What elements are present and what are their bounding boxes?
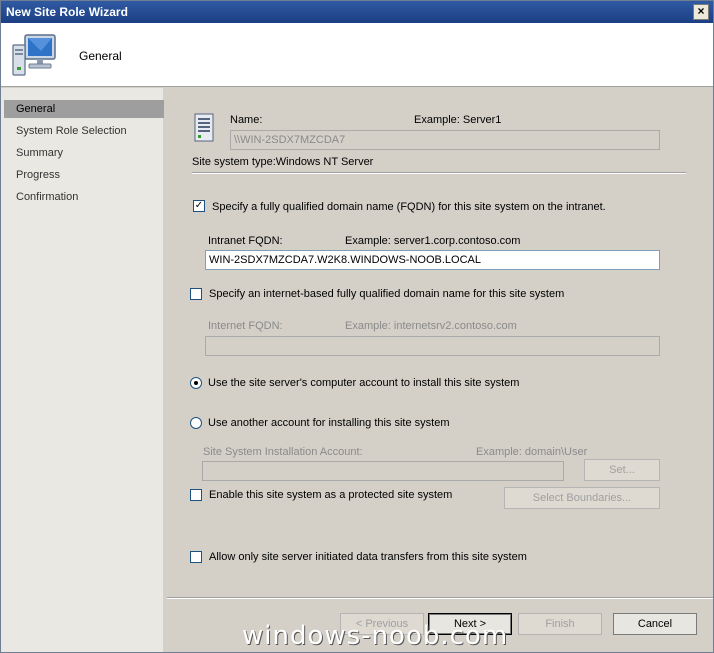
sidebar-item-general[interactable]: General — [4, 100, 164, 118]
footer-divider-highlight — [167, 598, 713, 599]
sidebar-item-progress[interactable]: Progress — [4, 166, 164, 184]
name-field: \\WIN-2SDX7MZCDA7 — [230, 130, 660, 150]
wizard-window: New Site Role Wizard × General General S… — [0, 0, 714, 653]
select-boundaries-button[interactable]: Select Boundaries... — [504, 487, 660, 509]
install-account-input — [202, 461, 564, 481]
another-account-radio[interactable] — [190, 417, 202, 429]
server-initiated-transfers-checkbox[interactable] — [190, 551, 202, 563]
intranet-fqdn-label: Intranet FQDN: — [208, 235, 283, 247]
sidebar-item-confirmation[interactable]: Confirmation — [4, 188, 164, 206]
internet-fqdn-checkbox[interactable] — [190, 288, 202, 300]
server-initiated-transfers-label[interactable]: Allow only site server initiated data tr… — [209, 551, 527, 563]
internet-fqdn-input — [205, 336, 660, 356]
close-button[interactable]: × — [693, 4, 709, 20]
finish-button[interactable]: Finish — [518, 613, 602, 635]
internet-fqdn-checkbox-label[interactable]: Specify an internet-based fully qualifie… — [209, 288, 564, 300]
divider-highlight — [192, 173, 686, 174]
intranet-fqdn-input[interactable]: WIN-2SDX7MZCDA7.W2K8.WINDOWS-NOOB.LOCAL — [205, 250, 660, 270]
another-account-radio-label[interactable]: Use another account for installing this … — [208, 417, 450, 429]
server-icon — [194, 113, 214, 142]
watermark: windows-noob.com — [242, 621, 509, 651]
sidebar-item-system-role-selection[interactable]: System Role Selection — [4, 122, 164, 140]
wizard-content: Name: Example: Server1 \\WIN-2SDX7MZCDA7… — [167, 88, 713, 652]
computer-icon — [12, 34, 56, 76]
computer-account-radio[interactable] — [190, 377, 202, 389]
internet-fqdn-label: Internet FQDN: — [208, 320, 283, 332]
fqdn-checkbox[interactable]: ✓ — [193, 200, 205, 212]
wizard-steps-sidebar: General System Role Selection Summary Pr… — [1, 88, 165, 652]
fqdn-checkbox-label[interactable]: Specify a fully qualified domain name (F… — [212, 201, 606, 213]
sidebar-item-summary[interactable]: Summary — [4, 144, 164, 162]
set-button[interactable]: Set... — [584, 459, 660, 481]
computer-account-radio-label[interactable]: Use the site server's computer account t… — [208, 377, 519, 389]
window-title: New Site Role Wizard — [6, 5, 128, 19]
title-bar[interactable]: New Site Role Wizard × — [1, 1, 713, 23]
internet-fqdn-example: Example: internetsrv2.contoso.com — [345, 320, 517, 332]
install-account-example: Example: domain\User — [476, 446, 588, 458]
install-account-label: Site System Installation Account: — [203, 446, 363, 458]
intranet-fqdn-example: Example: server1.corp.contoso.com — [345, 235, 521, 247]
protected-site-checkbox-label[interactable]: Enable this site system as a protected s… — [209, 489, 452, 501]
cancel-button[interactable]: Cancel — [613, 613, 697, 635]
name-example: Example: Server1 — [414, 114, 502, 126]
header-title: General — [79, 49, 122, 63]
site-system-type: Site system type:Windows NT Server — [192, 156, 374, 168]
wizard-header: General — [1, 23, 713, 87]
protected-site-checkbox[interactable] — [190, 489, 202, 501]
name-label: Name: — [230, 114, 263, 126]
